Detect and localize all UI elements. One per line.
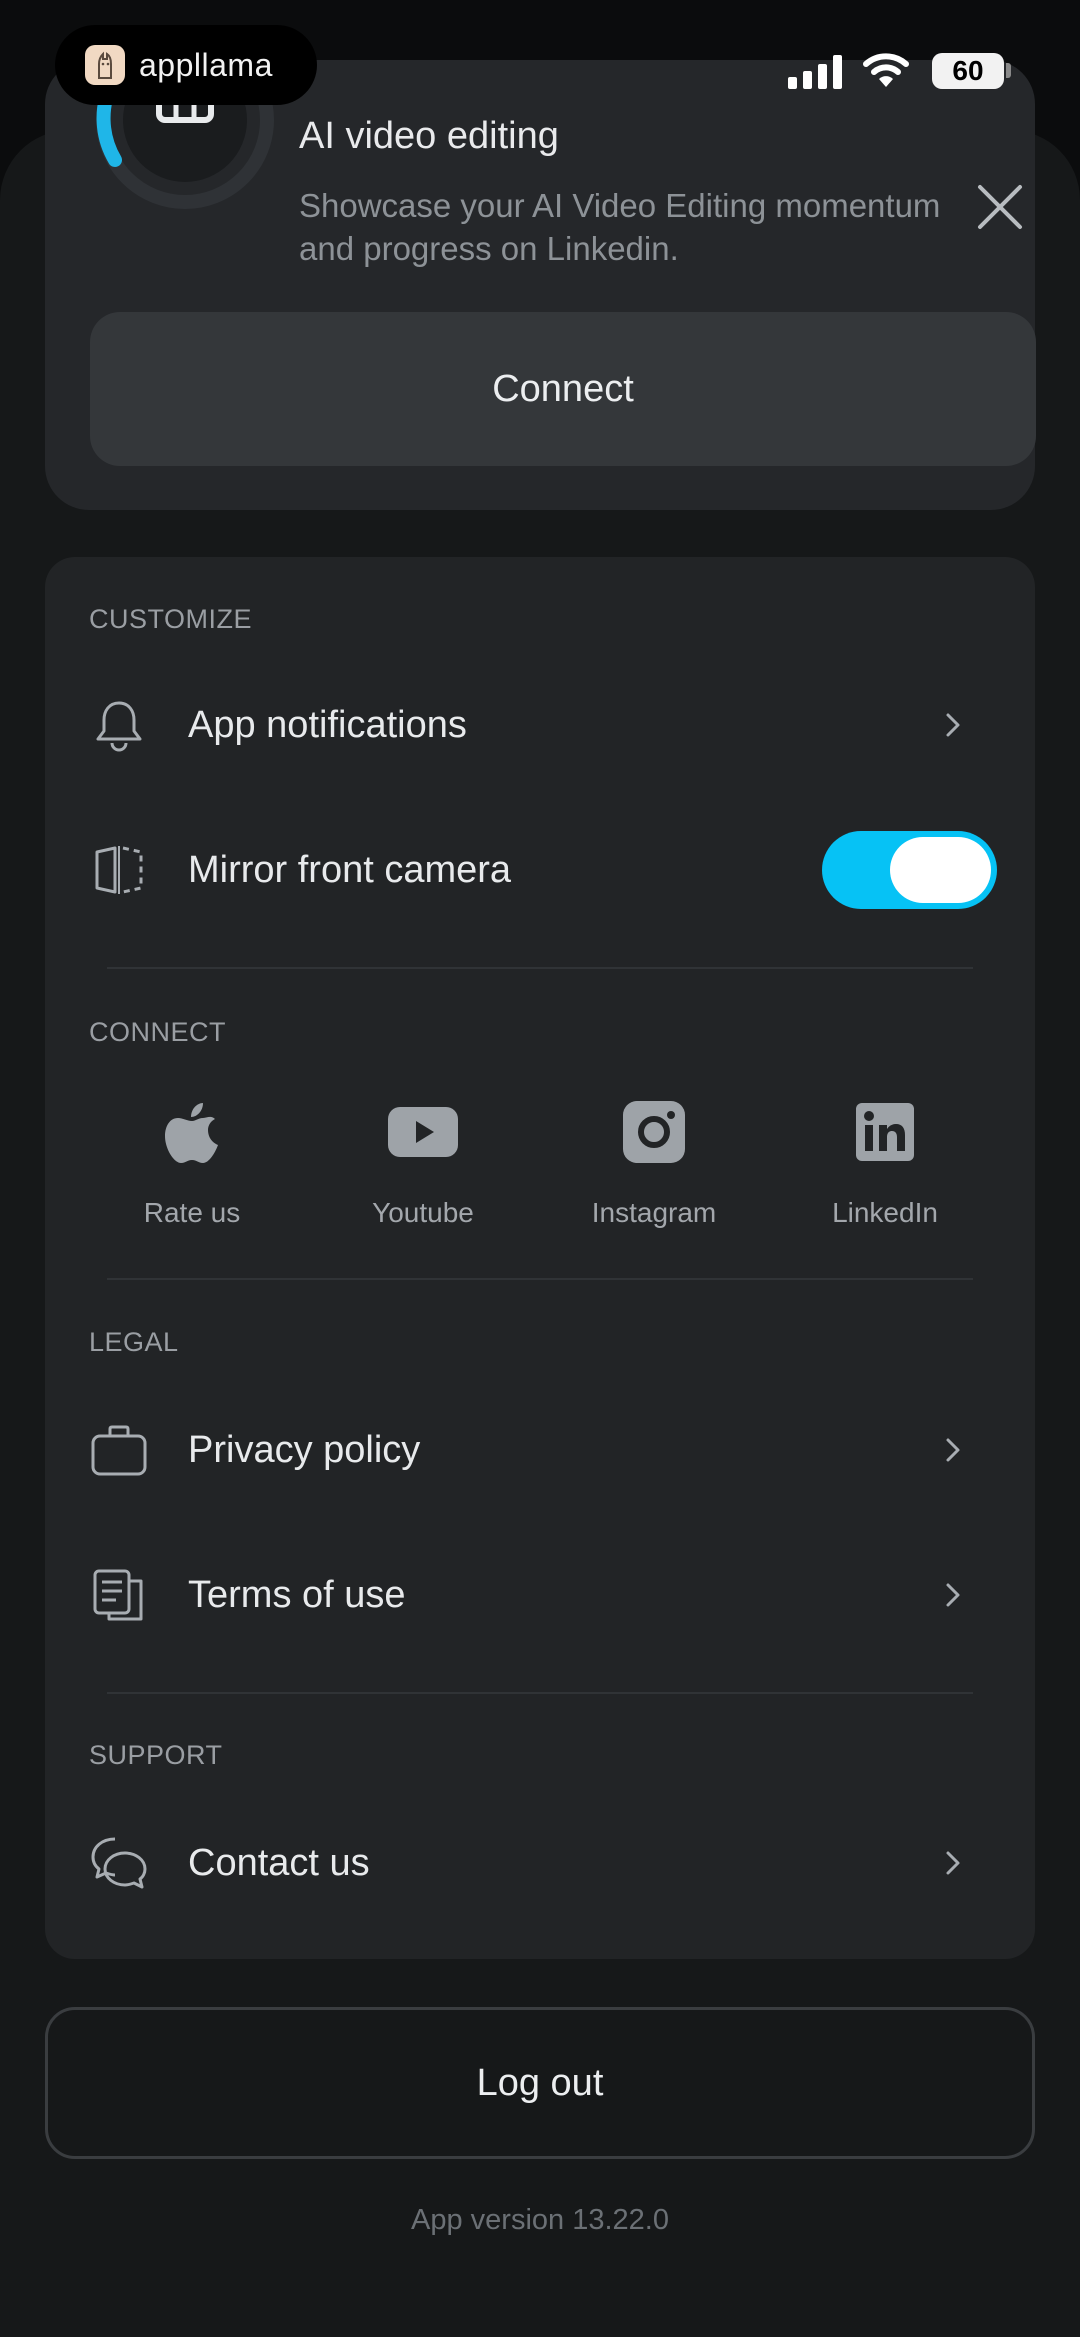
divider: [107, 1278, 973, 1280]
app-name: appllama: [139, 46, 273, 83]
section-label-customize: CUSTOMIZE: [89, 604, 253, 634]
battery-tip: [1006, 63, 1011, 78]
battery-level: 60: [952, 55, 984, 86]
divider: [107, 1692, 973, 1694]
app-logo-icon: [85, 45, 125, 85]
chevron-right-icon: [943, 1430, 973, 1470]
briefcase-icon: [89, 1420, 149, 1480]
apple-icon: [157, 1097, 227, 1167]
linkedin-button[interactable]: LinkedIn: [785, 1097, 985, 1257]
youtube-button[interactable]: Youtube: [323, 1097, 523, 1257]
battery-icon: 60: [932, 53, 1004, 89]
section-label-legal: LEGAL: [89, 1327, 179, 1357]
rate-us-label: Rate us: [143, 1197, 241, 1228]
signal-icon: [788, 55, 842, 89]
chevron-right-icon: [943, 1843, 973, 1883]
mirror-front-camera-row: Mirror front camera: [45, 820, 1035, 920]
chevron-right-icon: [943, 705, 973, 745]
chevron-right-icon: [943, 1575, 973, 1615]
youtube-label: Youtube: [372, 1197, 474, 1228]
close-icon[interactable]: [975, 182, 1025, 232]
instagram-button[interactable]: Instagram: [554, 1097, 754, 1257]
connect-button[interactable]: Connect: [90, 312, 1036, 466]
app-notifications-row[interactable]: App notifications: [45, 675, 1035, 775]
wifi-icon: [863, 53, 909, 87]
log-out-button[interactable]: Log out: [45, 2007, 1035, 2159]
status-bar: appllama 60: [0, 0, 1080, 130]
mirror-camera-toggle[interactable]: [822, 831, 997, 909]
linkedin-label: LinkedIn: [832, 1197, 938, 1228]
contact-us-label: Contact us: [188, 1841, 370, 1884]
mirror-front-camera-label: Mirror front camera: [188, 848, 512, 891]
terms-of-use-label: Terms of use: [188, 1573, 406, 1616]
rate-us-button[interactable]: Rate us: [92, 1097, 292, 1257]
privacy-policy-label: Privacy policy: [188, 1428, 421, 1471]
app-indicator-pill[interactable]: appllama: [55, 25, 317, 105]
privacy-policy-row[interactable]: Privacy policy: [45, 1400, 1035, 1500]
section-label-support: SUPPORT: [89, 1740, 223, 1770]
instagram-label: Instagram: [591, 1197, 717, 1228]
settings-screen: appllama 60 AI video editing Showcase yo…: [0, 0, 1080, 2337]
youtube-icon: [388, 1097, 458, 1167]
mirror-icon: [89, 840, 149, 900]
instagram-icon: [619, 1097, 689, 1167]
terms-of-use-row[interactable]: Terms of use: [45, 1545, 1035, 1645]
promo-description: Showcase your AI Video Editing momentum …: [299, 187, 941, 267]
app-notifications-label: App notifications: [188, 703, 467, 746]
document-icon: [89, 1565, 149, 1625]
toggle-knob: [890, 837, 991, 903]
contact-us-row[interactable]: Contact us: [45, 1813, 1035, 1913]
settings-card: CUSTOMIZE App notifications Mirror front…: [45, 557, 1035, 1959]
app-version: App version 13.22.0: [411, 2204, 669, 2236]
chat-bubbles-icon: [89, 1833, 149, 1893]
linkedin-icon: [850, 1097, 920, 1167]
bell-icon: [89, 695, 149, 755]
section-label-connect: CONNECT: [89, 1017, 226, 1047]
divider: [107, 967, 973, 969]
